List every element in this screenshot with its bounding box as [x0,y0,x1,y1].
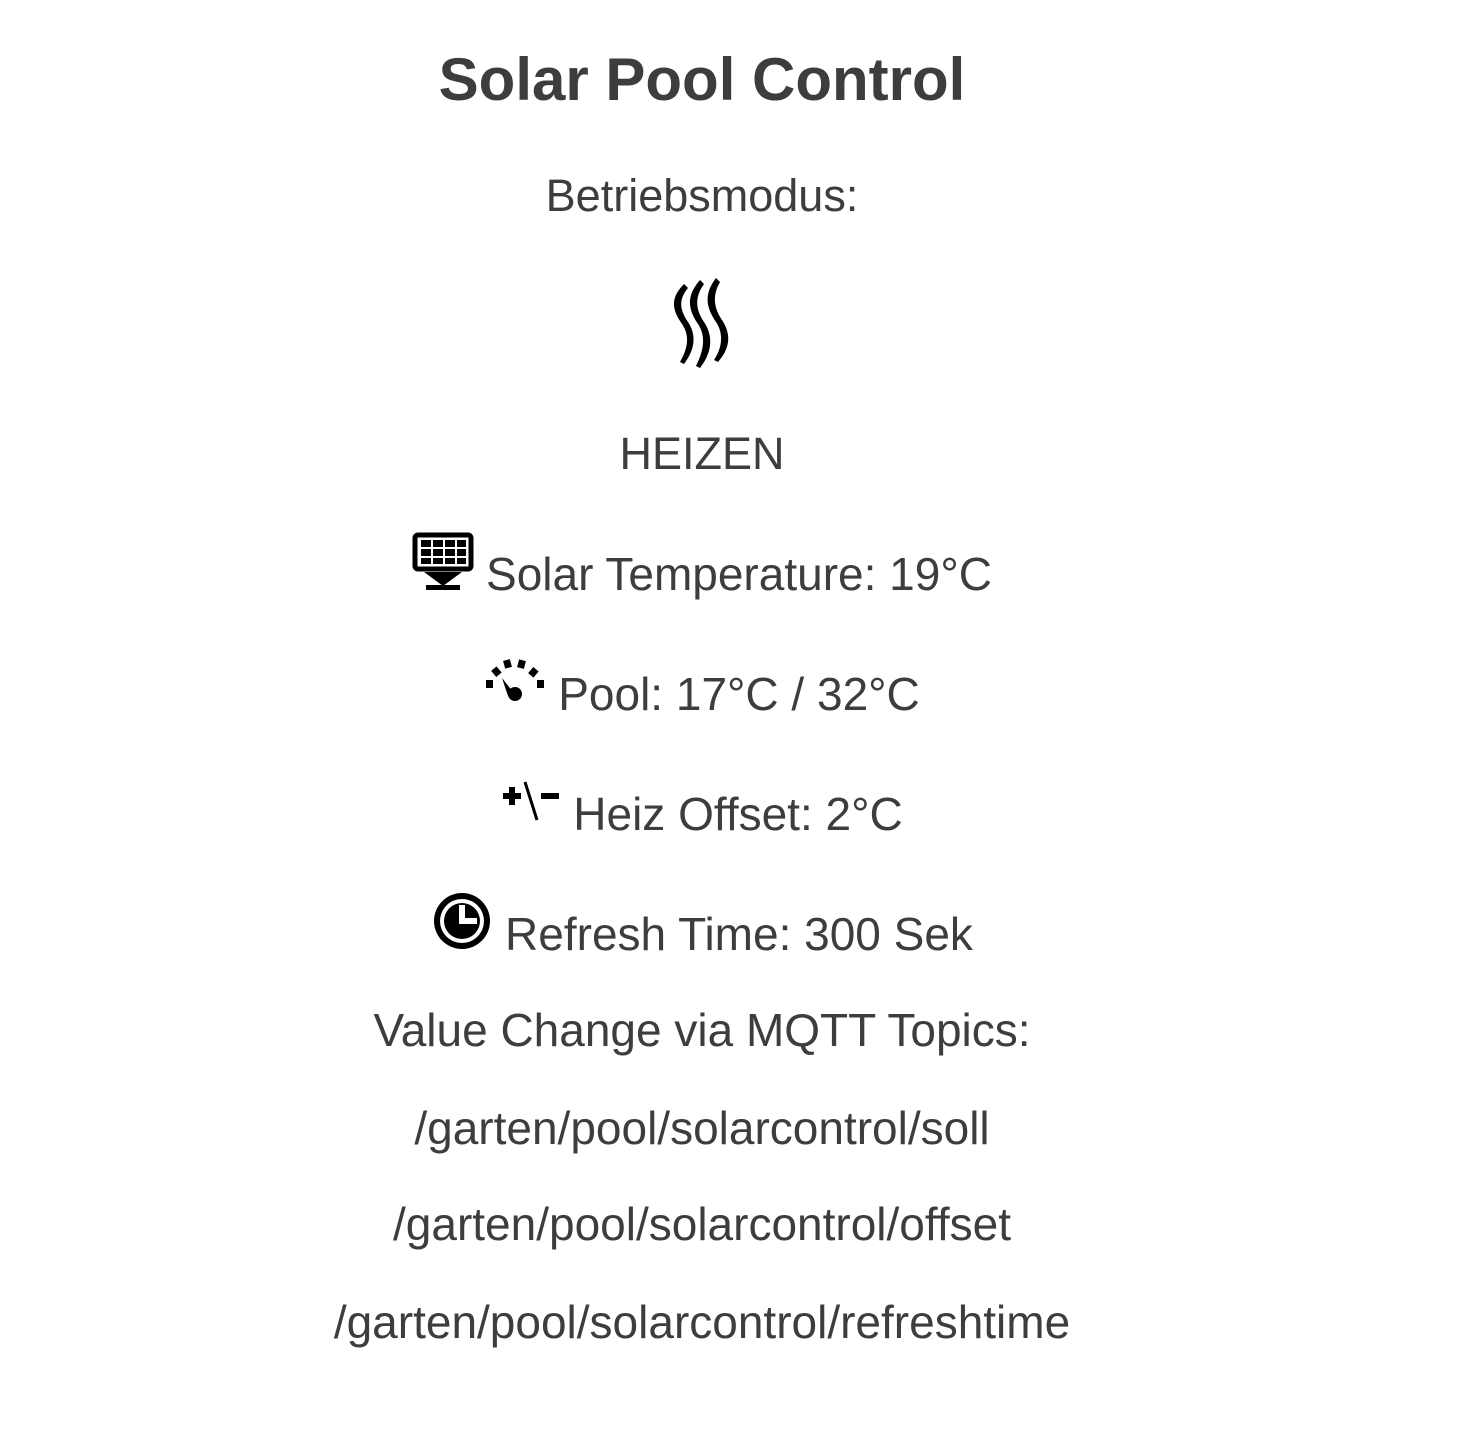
solar-temperature-row: Solar Temperature: 19°C [0,532,1404,606]
gauge-icon [484,658,546,720]
pool-temperature-row: Pool: 17°C / 32°C [0,659,1404,724]
heat-waves-icon [673,278,729,368]
plus-minus-icon [501,780,561,840]
solar-panel-icon [412,532,474,606]
mqtt-topic-soll: /garten/pool/solarcontrol/soll [414,1102,990,1154]
heiz-offset-text: Heiz Offset: 2°C [573,788,903,840]
mqtt-topic-offset: /garten/pool/solarcontrol/offset [393,1198,1011,1250]
heiz-offset-row: Heiz Offset: 2°C [0,781,1404,844]
clock-icon [431,890,493,966]
mode-value: HEIZEN [619,428,785,479]
mqtt-heading: Value Change via MQTT Topics: [373,1004,1031,1056]
refresh-time-row: Refresh Time: 300 Sek [0,893,1404,966]
mode-label: Betriebsmodus: [545,170,859,221]
page-title: Solar Pool Control [438,46,966,113]
mqtt-topic-refreshtime: /garten/pool/solarcontrol/refreshtime [333,1296,1071,1348]
mode-icon-container [0,276,1404,372]
refresh-time-text: Refresh Time: 300 Sek [505,908,973,960]
pool-temperature-text: Pool: 17°C / 32°C [558,668,920,720]
solar-temperature-text: Solar Temperature: 19°C [486,548,992,600]
